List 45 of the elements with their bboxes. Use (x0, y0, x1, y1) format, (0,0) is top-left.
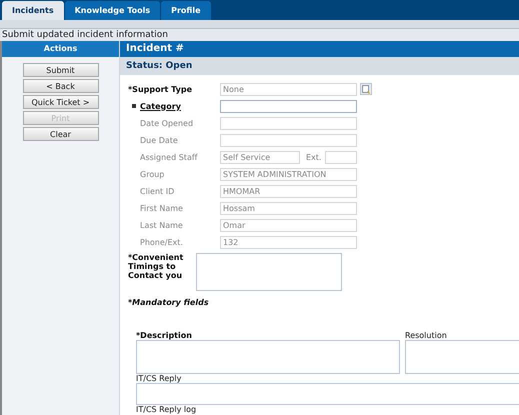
input-field[interactable]: HMOMAR (220, 184, 357, 198)
action-button[interactable]: Submit (22, 63, 98, 77)
field-label: First Name (139, 204, 184, 212)
field-label: Last Name (139, 220, 184, 230)
action-button[interactable]: < Back (22, 79, 98, 93)
text-area[interactable] (405, 340, 519, 374)
input-field[interactable]: Hossam (220, 202, 357, 214)
input-field[interactable] (325, 150, 358, 164)
tab[interactable]: Profile (161, 1, 211, 20)
text-area[interactable] (196, 253, 342, 291)
input-field[interactable]: Omar (220, 218, 357, 232)
input-field[interactable] (220, 116, 357, 130)
input-field[interactable]: SYSTEM ADMINISTRATION (220, 168, 357, 180)
field-label: Date Opened (139, 118, 194, 128)
status-bar: Status: Open (120, 57, 519, 75)
incident-header: Incident # (120, 41, 519, 57)
field-label: Ext. (306, 152, 322, 162)
tab[interactable]: Knowledge Tools (64, 1, 160, 20)
field-label: Due Date (139, 136, 179, 144)
action-button[interactable]: Quick Ticket > (22, 95, 98, 109)
field-label: *Support Type (128, 84, 194, 94)
field-label: Resolution (405, 331, 448, 340)
field-label: *Convenient Timings to Contact you (128, 253, 184, 282)
field-label: *Description (136, 331, 193, 340)
action-button[interactable]: Clear (22, 127, 98, 141)
input-field[interactable] (220, 100, 357, 112)
field-label: Group (139, 170, 166, 178)
field-label: Phone/Ext. (139, 238, 184, 246)
input-field[interactable]: 132 (220, 236, 357, 248)
field-label: IT/CS Reply log (136, 405, 198, 414)
mandatory-note: *Mandatory fields (128, 298, 210, 307)
status-message: Submit updated incident information (0, 29, 519, 41)
category-link[interactable]: Category (140, 102, 220, 110)
sidebar-header: Actions (2, 41, 119, 57)
input-field[interactable]: None (220, 82, 357, 96)
text-area[interactable] (136, 383, 519, 405)
tab[interactable]: Incidents (2, 1, 64, 20)
bullet-icon (132, 104, 136, 108)
field-label: IT/CS Reply (136, 374, 182, 383)
field-label: Assigned Staff (139, 152, 198, 162)
lookup-icon[interactable] (360, 83, 372, 95)
text-area[interactable] (136, 340, 400, 374)
input-field[interactable]: Self Service (220, 150, 300, 164)
input-field[interactable] (220, 134, 357, 146)
field-label: Client ID (139, 186, 176, 196)
